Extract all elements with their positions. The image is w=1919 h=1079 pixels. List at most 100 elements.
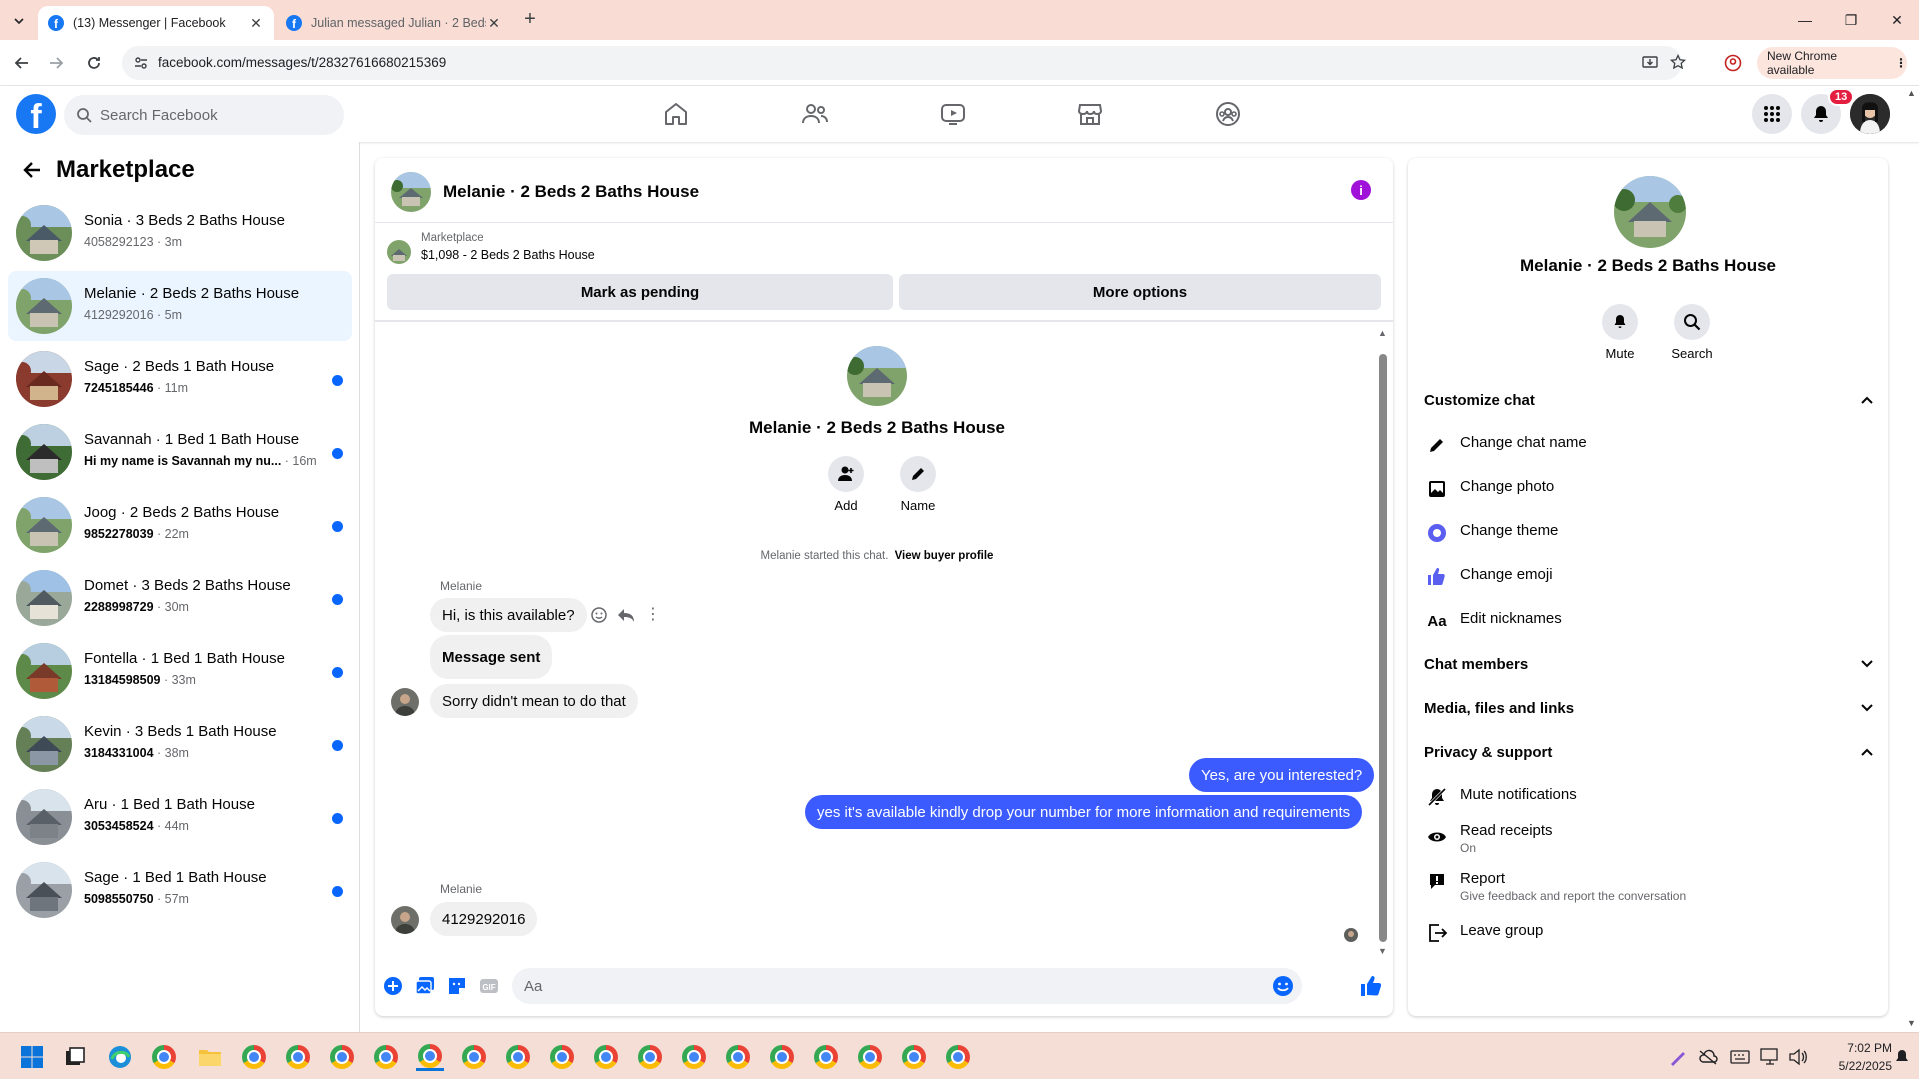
like-thumb-icon[interactable]: [1359, 974, 1383, 998]
menu-grid-icon[interactable]: [1752, 94, 1792, 134]
edit-nicknames-item[interactable]: Aa Edit nicknames: [1424, 610, 1864, 632]
search-in-chat-button[interactable]: Search: [1662, 304, 1722, 361]
sticker-icon[interactable]: [447, 976, 467, 996]
tab-search-button[interactable]: [8, 10, 30, 32]
conversation-info-icon[interactable]: i: [1351, 180, 1371, 200]
restore-button[interactable]: ❐: [1836, 8, 1866, 32]
close-tab-icon[interactable]: ✕: [486, 15, 502, 31]
groups-icon[interactable]: [1210, 96, 1246, 132]
profile-icon[interactable]: [1724, 54, 1742, 72]
search-facebook-input[interactable]: Search Facebook: [64, 95, 344, 135]
install-app-icon[interactable]: [1642, 55, 1658, 71]
site-info-icon[interactable]: [134, 56, 148, 70]
chat-header[interactable]: Melanie · 2 Beds 2 Baths House: [391, 172, 699, 212]
notification-center-icon[interactable]: [1888, 1043, 1916, 1071]
listing-summary[interactable]: Marketplace $1,098 - 2 Beds 2 Baths Hous…: [387, 232, 595, 264]
mute-button[interactable]: Mute: [1590, 304, 1650, 361]
incoming-message[interactable]: Message sent: [430, 635, 553, 679]
message-more-icon[interactable]: ⋮: [645, 606, 661, 624]
scroll-up-icon[interactable]: ▲: [1378, 328, 1387, 338]
bookmark-star-icon[interactable]: [1670, 54, 1686, 70]
conversation-item[interactable]: Fontella · 1 Bed 1 Bath House 13184598509…: [8, 636, 352, 706]
change-emoji-item[interactable]: Change emoji: [1424, 566, 1864, 588]
task-view-icon[interactable]: [61, 1043, 89, 1071]
browser-tab-julian[interactable]: f Julian messaged Julian · 2 Beds ✕: [276, 6, 512, 40]
chrome-taskbar-icon[interactable]: [416, 1043, 444, 1071]
chrome-taskbar-icon[interactable]: [284, 1043, 312, 1071]
more-options-button[interactable]: More options: [899, 274, 1381, 310]
name-chat-button[interactable]: Name: [893, 456, 943, 513]
privacy-support-section[interactable]: Privacy & support: [1424, 732, 1874, 772]
new-tab-button[interactable]: +: [520, 9, 540, 30]
incoming-message[interactable]: Hi, is this available?: [430, 598, 587, 632]
conversation-item[interactable]: Kevin · 3 Beds 1 Bath House 3184331004 · …: [8, 709, 352, 779]
reply-icon[interactable]: [617, 606, 635, 624]
chrome-taskbar-icon[interactable]: [240, 1043, 268, 1071]
change-theme-item[interactable]: Change theme: [1424, 522, 1864, 544]
scrollbar[interactable]: [1379, 354, 1387, 942]
chrome-taskbar-icon[interactable]: [768, 1043, 796, 1071]
chrome-taskbar-icon[interactable]: [372, 1043, 400, 1071]
conversation-item[interactable]: Savannah · 1 Bed 1 Bath House Hi my name …: [8, 417, 352, 487]
incoming-message[interactable]: Sorry didn't mean to do that: [430, 684, 638, 718]
back-arrow-icon[interactable]: [22, 160, 42, 180]
chrome-taskbar-icon[interactable]: [636, 1043, 664, 1071]
chrome-taskbar-icon[interactable]: [944, 1043, 972, 1071]
change-chat-name-item[interactable]: Change chat name: [1424, 434, 1864, 456]
watch-icon[interactable]: [935, 96, 971, 132]
conversation-item[interactable]: Aru · 1 Bed 1 Bath House 3053458524 · 44m: [8, 782, 352, 852]
browser-tab-messenger[interactable]: f (13) Messenger | Facebook ✕: [38, 6, 274, 40]
conversation-item[interactable]: Sonia · 3 Beds 2 Baths House 4058292123 ·…: [8, 198, 352, 268]
system-clock[interactable]: 7:02 PM 5/22/2025: [1822, 1041, 1892, 1073]
conversation-item[interactable]: Domet · 3 Beds 2 Baths House 2288998729 ·…: [8, 563, 352, 633]
home-icon[interactable]: [658, 96, 694, 132]
network-icon[interactable]: [1756, 1043, 1784, 1071]
plus-circle-icon[interactable]: [383, 976, 403, 996]
cloud-offline-icon[interactable]: [1694, 1043, 1722, 1071]
conversation-item[interactable]: Joog · 2 Beds 2 Baths House 9852278039 · …: [8, 490, 352, 560]
forward-icon[interactable]: [46, 53, 66, 73]
outgoing-message[interactable]: yes it's available kindly drop your numb…: [805, 795, 1363, 829]
minimize-button[interactable]: —: [1790, 8, 1820, 32]
page-scroll-up-icon[interactable]: ▲: [1907, 88, 1916, 98]
volume-icon[interactable]: [1784, 1043, 1812, 1071]
mute-notifications-item[interactable]: Mute notifications: [1424, 786, 1864, 808]
mark-as-pending-button[interactable]: Mark as pending: [387, 274, 893, 310]
report-item[interactable]: Report Give feedback and report the conve…: [1424, 870, 1864, 903]
message-thread[interactable]: ▲ ▼ Melanie · 2 Beds 2 Baths House Add N…: [375, 324, 1393, 956]
react-emoji-icon[interactable]: [590, 606, 608, 624]
file-explorer-icon[interactable]: [196, 1043, 224, 1071]
conversation-item[interactable]: Sage · 1 Bed 1 Bath House 5098550750 · 57…: [8, 855, 352, 925]
conversation-item[interactable]: Melanie · 2 Beds 2 Baths House 4129292016…: [8, 271, 352, 341]
page-scroll-down-icon[interactable]: ▼: [1907, 1018, 1916, 1028]
incoming-message[interactable]: 4129292016: [430, 902, 538, 936]
chat-members-section[interactable]: Chat members: [1424, 644, 1874, 684]
chrome-taskbar-icon[interactable]: [856, 1043, 884, 1071]
chrome-taskbar-icon[interactable]: [724, 1043, 752, 1071]
chrome-taskbar-icon[interactable]: [548, 1043, 576, 1071]
chrome-taskbar-icon[interactable]: [812, 1043, 840, 1071]
chrome-taskbar-icon[interactable]: [150, 1043, 178, 1071]
marketplace-icon[interactable]: [1072, 96, 1108, 132]
close-window-button[interactable]: ✕: [1882, 8, 1912, 32]
media-files-links-section[interactable]: Media, files and links: [1424, 688, 1874, 728]
photo-attach-icon[interactable]: [415, 976, 435, 996]
kebab-menu-icon[interactable]: ⋮: [1895, 56, 1907, 70]
change-photo-item[interactable]: Change photo: [1424, 478, 1864, 500]
back-icon[interactable]: [12, 53, 32, 73]
reload-icon[interactable]: [84, 53, 104, 73]
address-bar[interactable]: facebook.com/messages/t/2832761668021536…: [122, 46, 1686, 80]
account-avatar[interactable]: [1850, 94, 1890, 134]
keyboard-icon[interactable]: [1726, 1043, 1754, 1071]
chrome-taskbar-icon[interactable]: [460, 1043, 488, 1071]
chrome-taskbar-icon[interactable]: [680, 1043, 708, 1071]
pen-icon[interactable]: [1664, 1043, 1692, 1071]
scroll-down-icon[interactable]: ▼: [1378, 946, 1387, 956]
read-receipts-item[interactable]: Read receipts On: [1424, 822, 1864, 855]
chrome-taskbar-icon[interactable]: [328, 1043, 356, 1071]
chrome-taskbar-icon[interactable]: [592, 1043, 620, 1071]
customize-chat-section[interactable]: Customize chat: [1424, 380, 1874, 420]
outgoing-message[interactable]: Yes, are you interested?: [1189, 758, 1375, 792]
windows-start-icon[interactable]: [18, 1043, 46, 1071]
friends-icon[interactable]: [797, 96, 833, 132]
